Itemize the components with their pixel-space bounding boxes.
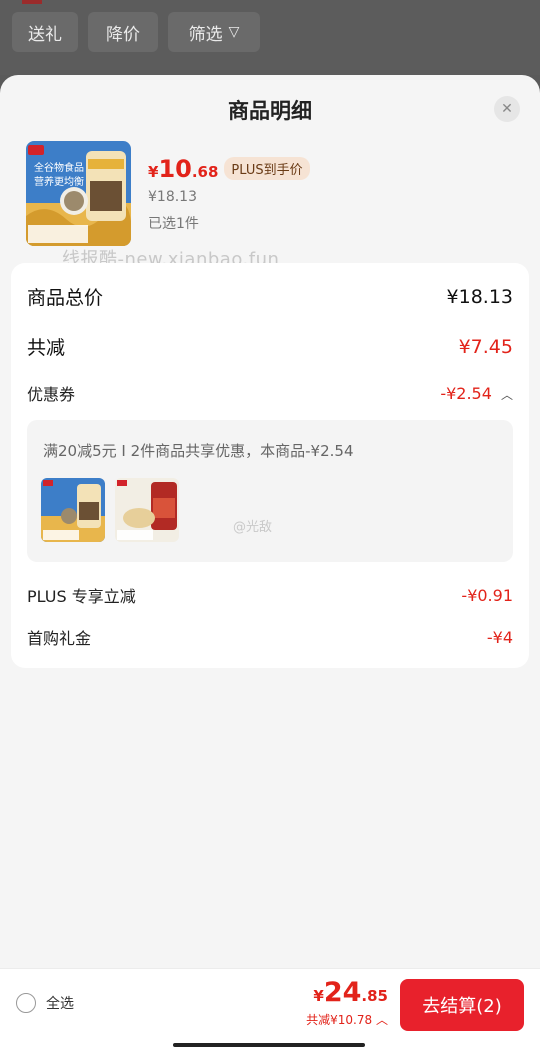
- first-purchase-gift-row: 首购礼金 -¥4: [27, 625, 513, 649]
- weibo-watermark: @光敌: [233, 520, 273, 535]
- total-price-label: 商品总价: [27, 287, 104, 309]
- filter-icon: ▽: [228, 24, 240, 40]
- product-price-row: ¥ 10 .68 PLUS到手价: [148, 155, 310, 183]
- price-breakdown-card: 商品总价 ¥18.13 共减 ¥7.45 优惠券 -¥2.54 ︿ 满20减5元…: [11, 263, 529, 668]
- coupon-item-thumbnail[interactable]: [115, 478, 179, 542]
- selected-count: 已选1件: [148, 216, 199, 232]
- chevron-up-icon: ︿: [500, 387, 513, 402]
- close-icon: ✕: [501, 101, 513, 117]
- select-all-toggle[interactable]: 全选: [16, 993, 74, 1013]
- checkout-button[interactable]: 去结算(2): [400, 979, 524, 1031]
- product-image[interactable]: 全谷物食品 营养更均衡: [26, 141, 131, 246]
- plus-discount-value: -¥0.91: [461, 585, 513, 605]
- coupon-value: -¥2.54: [440, 383, 492, 403]
- filter-chip-gift-label: 送礼: [28, 24, 62, 45]
- filter-chip-filter[interactable]: 筛选 ▽: [168, 12, 260, 52]
- product-image-caption-1: 全谷物食品: [34, 161, 84, 174]
- filter-chip-gift[interactable]: 送礼: [12, 12, 78, 52]
- coupon-item-thumbnail[interactable]: [41, 478, 105, 542]
- price-integer: 10: [158, 155, 192, 183]
- filter-chip-filter-label: 筛选: [188, 24, 223, 45]
- select-all-radio[interactable]: [16, 993, 36, 1013]
- coupon-label: 优惠券: [27, 385, 76, 404]
- plus-price-badge: PLUS到手价: [224, 157, 310, 180]
- coupon-row[interactable]: 优惠券 -¥2.54 ︿: [27, 381, 513, 405]
- home-indicator: [173, 1043, 365, 1047]
- coupon-description: 满20减5元 I 2件商品共享优惠，本商品-¥2.54: [43, 442, 354, 460]
- filter-bar: 送礼 降价 筛选 ▽: [0, 0, 540, 75]
- detail-sheet: 商品明细 ✕ 全谷物食品 营养更均衡 ¥ 10 .68 PLUS到手价 ¥18.…: [0, 75, 540, 1057]
- total-price-row: 商品总价 ¥18.13: [27, 283, 513, 310]
- checkout-total-reduce-label: 共减¥10.78: [306, 1013, 373, 1027]
- chevron-up-icon: ︿: [375, 1013, 388, 1027]
- top-mark: [22, 0, 42, 4]
- total-reduce-row: 共减 ¥7.45: [27, 333, 513, 360]
- plus-discount-label: PLUS 专享立减: [27, 587, 136, 606]
- original-price: ¥18.13: [148, 189, 197, 205]
- plus-discount-row: PLUS 专享立减 -¥0.91: [27, 583, 513, 607]
- checkout-price-decimal: .85: [361, 987, 388, 1005]
- product-image-caption-2: 营养更均衡: [34, 175, 84, 188]
- select-all-label: 全选: [46, 996, 74, 1012]
- filter-chip-price-drop[interactable]: 降价: [88, 12, 158, 52]
- coupon-detail-box: 满20减5元 I 2件商品共享优惠，本商品-¥2.54 @光敌: [27, 420, 513, 562]
- total-price-value: ¥18.13: [446, 285, 513, 308]
- checkout-price-integer: 24: [323, 977, 362, 1008]
- checkout-price-yen: ¥: [313, 987, 324, 1005]
- checkout-bar: 全选 ¥ 24 .85 共减¥10.78 ︿ 去结算(2): [0, 968, 540, 1057]
- price-decimal: .68: [191, 163, 219, 181]
- sheet-title: 商品明细: [228, 99, 312, 123]
- first-purchase-gift-label: 首购礼金: [27, 629, 92, 648]
- first-purchase-gift-value: -¥4: [486, 627, 513, 647]
- total-reduce-label: 共减: [27, 337, 66, 359]
- coupon-value-group: -¥2.54 ︿: [440, 384, 513, 403]
- total-reduce-value: ¥7.45: [458, 335, 513, 358]
- close-button[interactable]: ✕: [494, 96, 520, 122]
- price-yen: ¥: [148, 163, 159, 181]
- filter-chip-price-drop-label: 降价: [106, 24, 140, 45]
- checkout-total-price: ¥ 24 .85: [313, 977, 388, 1008]
- checkout-total-reduce[interactable]: 共减¥10.78 ︿: [306, 1011, 388, 1028]
